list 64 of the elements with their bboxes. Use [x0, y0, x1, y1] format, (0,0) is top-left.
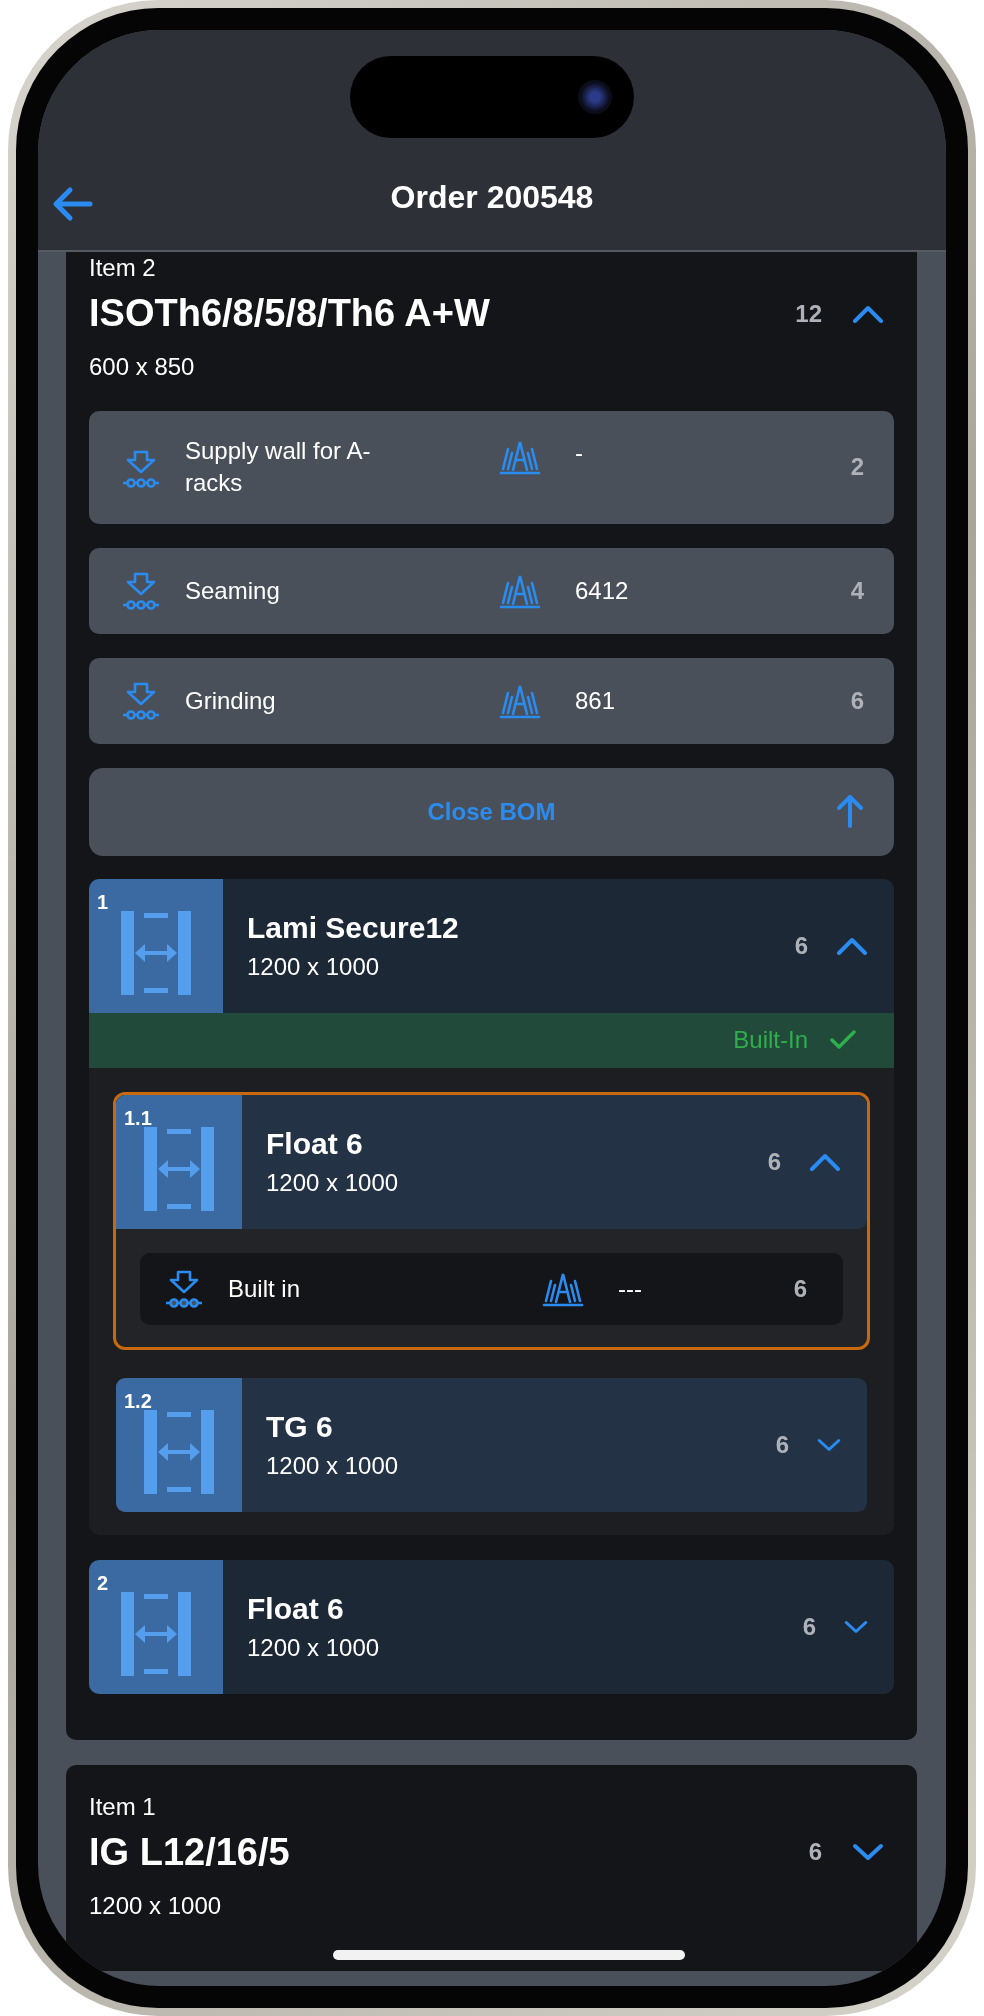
operation-value: - — [575, 439, 584, 467]
quantity: 12 — [795, 299, 822, 328]
component-size: 1200 x 1000 — [247, 1633, 380, 1662]
operation-value: 6412 — [575, 576, 630, 605]
position-label: 1.2 — [124, 1389, 152, 1413]
quantity: 6 — [808, 1838, 822, 1867]
peak-lines-icon — [499, 439, 541, 475]
chevron-down-icon[interactable] — [844, 1619, 868, 1634]
chevron-down-icon[interactable] — [817, 1437, 841, 1452]
quantity: 6 — [802, 1612, 816, 1641]
arrow-down-dots-icon — [164, 1269, 204, 1308]
arrow-down-dots-icon — [121, 571, 161, 610]
operation-name: Seaming — [185, 575, 281, 606]
chevron-up-icon[interactable] — [809, 1152, 841, 1171]
glass-pane-icon — [144, 1126, 214, 1211]
operation-value: 861 — [575, 686, 617, 715]
component-name: Lami Secure12 — [247, 910, 459, 945]
chevron-up-icon[interactable] — [852, 304, 884, 323]
position-label: 1 — [97, 890, 109, 914]
quantity: 4 — [850, 576, 864, 605]
component-size: 1200 x 1000 — [266, 1168, 399, 1197]
item-label: Item 2 — [89, 254, 156, 282]
arrow-down-dots-icon — [121, 681, 161, 720]
quantity: 2 — [850, 453, 864, 482]
glass-pane-icon — [121, 1591, 191, 1676]
item-name: ISOTh6/8/5/8/Th6 A+W — [89, 292, 491, 335]
component-name: Float 6 — [266, 1126, 363, 1161]
position-label: 1.1 — [124, 1106, 152, 1130]
item-name: IG L12/16/5 — [89, 1830, 291, 1874]
item-label: Item 1 — [89, 1792, 156, 1821]
quantity: 6 — [794, 931, 808, 960]
operation-value: --- — [618, 1274, 643, 1303]
position-label: 2 — [97, 1571, 109, 1595]
item-size: 600 x 850 — [89, 353, 195, 381]
component-size: 1200 x 1000 — [266, 1451, 399, 1480]
operation-row[interactable]: Built in --- 6 — [140, 1252, 843, 1325]
glass-pane-icon — [144, 1409, 214, 1494]
component-name: TG 6 — [266, 1409, 333, 1444]
item-size: 1200 x 1000 — [89, 1891, 222, 1920]
glass-pane-icon — [121, 910, 191, 995]
component-size: 1200 x 1000 — [247, 952, 380, 981]
operation-row[interactable]: Seaming 6412 4 — [89, 547, 894, 634]
operation-row[interactable]: Supply wall for A-racks - 2 — [89, 411, 894, 524]
operation-row[interactable]: Grinding 861 6 — [89, 657, 894, 744]
component-header[interactable]: 1 Lami Secure12 1200 x 1000 6 — [89, 878, 894, 1013]
check-icon — [830, 1030, 856, 1051]
quantity: 6 — [775, 1430, 789, 1459]
screen-title: Order 200548 — [390, 179, 594, 216]
chevron-down-icon[interactable] — [852, 1843, 884, 1862]
status-label: Built-In — [733, 1026, 808, 1055]
selected-component-card[interactable]: 1.1 Float 6 1200 x 1000 6 Built in --- 6 — [113, 1091, 870, 1350]
chevron-up-icon[interactable] — [836, 936, 868, 955]
operation-name: Built in — [228, 1273, 302, 1304]
component-header[interactable]: 2 Float 6 1200 x 1000 6 — [89, 1559, 894, 1694]
back-button[interactable] — [52, 186, 94, 222]
operation-name: Grinding — [185, 685, 277, 716]
component-name: Float 6 — [247, 1591, 344, 1626]
quantity: 6 — [793, 1274, 807, 1303]
quantity: 6 — [767, 1147, 781, 1176]
arrow-down-dots-icon — [121, 450, 161, 489]
operation-name: Supply wall for A-racks — [185, 436, 372, 499]
arrow-up-icon — [836, 793, 864, 828]
quantity: 6 — [850, 686, 864, 715]
component-header[interactable]: 1.1 Float 6 1200 x 1000 6 — [116, 1094, 867, 1229]
